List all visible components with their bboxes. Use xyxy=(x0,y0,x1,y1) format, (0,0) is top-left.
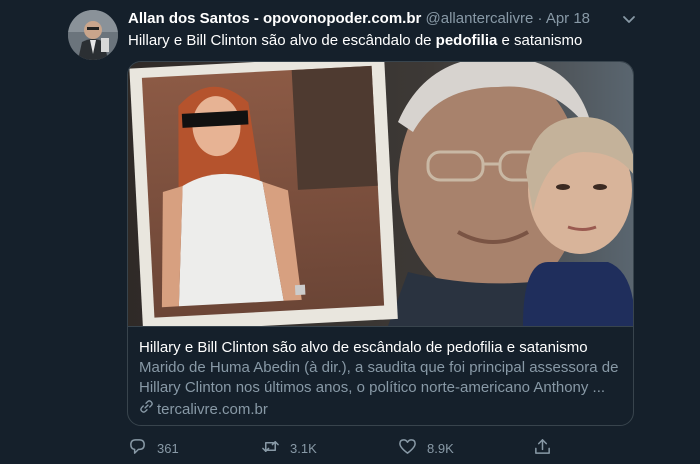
reply-count: 361 xyxy=(157,440,179,456)
separator-dot: · xyxy=(537,10,543,27)
tweet-header: Allan dos Santos - opovonopoder.com.br @… xyxy=(128,9,640,29)
retweet-icon xyxy=(261,437,280,459)
tweet-text: Hillary e Bill Clinton são alvo de escân… xyxy=(128,31,668,51)
link-card[interactable]: Hillary e Bill Clinton são alvo de escân… xyxy=(127,61,634,426)
avatar[interactable] xyxy=(68,10,118,60)
retweet-button[interactable]: 3.1K xyxy=(261,437,317,459)
tweet-date[interactable]: Apr 18 xyxy=(546,10,590,27)
chevron-down-icon[interactable] xyxy=(620,10,638,28)
card-description: Marido de Huma Abedin (à dir.), a saudit… xyxy=(139,358,625,398)
card-description-line: Marido de Huma Abedin (à dir.), a saudit… xyxy=(139,359,619,376)
author-handle[interactable]: @allantercalivre xyxy=(426,10,534,27)
card-title[interactable]: Hillary e Bill Clinton são alvo de escân… xyxy=(139,338,625,357)
tweet-text-bold: pedofilia xyxy=(435,32,498,49)
share-button[interactable] xyxy=(533,437,552,459)
card-domain-text: tercalivre.com.br xyxy=(157,400,268,418)
heart-icon xyxy=(398,437,417,459)
card-description-line: Hillary Clinton nos últimos anos, o polí… xyxy=(139,379,606,396)
card-body[interactable]: Hillary e Bill Clinton são alvo de escân… xyxy=(128,326,633,425)
card-domain[interactable]: tercalivre.com.br xyxy=(139,399,625,420)
tweet-text-part: Hillary e Bill Clinton são alvo de escân… xyxy=(128,32,436,49)
reply-icon xyxy=(128,437,147,459)
tweet[interactable]: Allan dos Santos - opovonopoder.com.br @… xyxy=(0,0,700,464)
author-name[interactable]: Allan dos Santos - opovonopoder.com.br xyxy=(128,10,421,27)
share-icon xyxy=(533,437,552,459)
tweet-text-part: e satanismo xyxy=(497,32,583,49)
card-image[interactable] xyxy=(128,62,633,333)
action-bar: 361 3.1K 8.9K xyxy=(128,437,558,459)
like-count: 8.9K xyxy=(427,440,454,456)
link-icon xyxy=(139,399,154,420)
like-button[interactable]: 8.9K xyxy=(398,437,454,459)
retweet-count: 3.1K xyxy=(290,440,317,456)
reply-button[interactable]: 361 xyxy=(128,437,179,459)
